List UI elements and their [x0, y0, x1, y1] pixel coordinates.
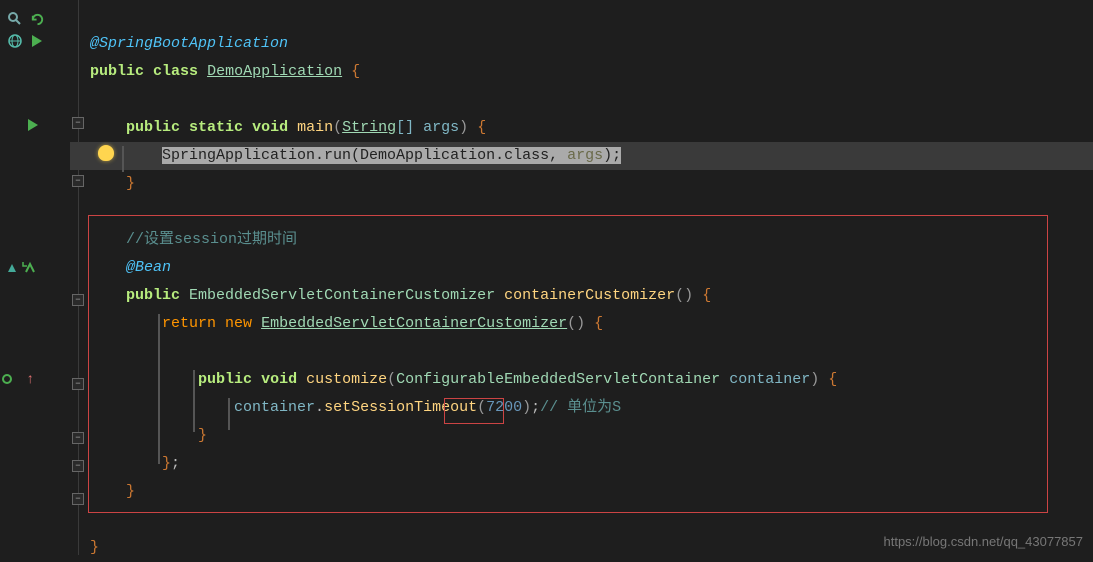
type: EmbeddedServletContainerCustomizer — [189, 287, 495, 304]
fold-toggle[interactable]: − — [72, 117, 84, 129]
refresh-icon[interactable] — [28, 10, 46, 28]
brace: } — [126, 175, 135, 192]
keyword: public — [126, 119, 180, 136]
var: container — [234, 399, 315, 416]
override-up-icon[interactable]: ↑ — [26, 372, 34, 388]
fold-toggle[interactable]: − — [72, 175, 84, 187]
indent-guide — [122, 146, 124, 172]
keyword: void — [252, 119, 288, 136]
brace: { — [594, 315, 603, 332]
brace: } — [90, 539, 99, 556]
fold-toggle[interactable]: − — [72, 460, 84, 472]
gutter-top-icons — [6, 10, 46, 54]
selected-args: args — [567, 147, 603, 164]
selected-code: SpringApplication.run(DemoApplication.cl… — [162, 147, 567, 164]
gutter-column: ↑ — [0, 0, 70, 555]
keyword: public — [90, 63, 144, 80]
annotation: @Bean — [126, 259, 171, 276]
vcs-changes-icon[interactable] — [6, 258, 40, 281]
method-name: customize — [306, 371, 387, 388]
brace: } — [198, 427, 207, 444]
indent-guide — [158, 314, 160, 464]
fold-toggle[interactable]: − — [72, 493, 84, 505]
brace: { — [351, 63, 360, 80]
brace: } — [126, 483, 135, 500]
keyword: return — [162, 315, 216, 332]
type: String — [342, 119, 396, 136]
keyword: new — [225, 315, 252, 332]
fold-toggle[interactable]: − — [72, 378, 84, 390]
number-literal: 7200 — [486, 399, 522, 416]
param: [] args — [396, 119, 459, 136]
brace: { — [702, 287, 711, 304]
dot: . — [315, 399, 324, 416]
run-line-icon[interactable] — [24, 116, 42, 134]
keyword: public — [126, 287, 180, 304]
fold-toggle[interactable]: − — [72, 432, 84, 444]
indent-guide — [228, 398, 230, 430]
type: ConfigurableEmbeddedServletContainer — [396, 371, 720, 388]
fold-toggle[interactable]: − — [72, 294, 84, 306]
class-name: DemoApplication — [207, 63, 342, 80]
override-marker-icon[interactable] — [2, 374, 12, 384]
code-editor[interactable]: @SpringBootApplication public class Demo… — [90, 30, 1083, 562]
method-call: setSessionTimeout — [324, 399, 477, 416]
parens: () — [567, 315, 585, 332]
semi: ; — [531, 399, 540, 416]
brace: } — [162, 455, 171, 472]
brace: { — [828, 371, 837, 388]
comment: // 单位为S — [540, 399, 621, 416]
globe-icon[interactable] — [6, 32, 24, 50]
keyword: class — [153, 63, 198, 80]
annotation: @SpringBootApplication — [90, 35, 288, 52]
keyword: void — [261, 371, 297, 388]
run-icon[interactable] — [28, 32, 46, 50]
brace: { — [477, 119, 486, 136]
semi: ; — [171, 455, 180, 472]
watermark-text: https://blog.csdn.net/qq_43077857 — [884, 534, 1084, 549]
method-name: main — [297, 119, 333, 136]
selected-end: ); — [603, 147, 621, 164]
keyword: static — [189, 119, 243, 136]
indent-guide — [193, 370, 195, 432]
find-icon[interactable] — [6, 10, 24, 28]
param: container — [729, 371, 810, 388]
method-name: containerCustomizer — [504, 287, 675, 304]
type: EmbeddedServletContainerCustomizer — [261, 315, 567, 332]
comment: //设置session过期时间 — [126, 231, 297, 248]
parens: () — [675, 287, 693, 304]
keyword: public — [198, 371, 252, 388]
